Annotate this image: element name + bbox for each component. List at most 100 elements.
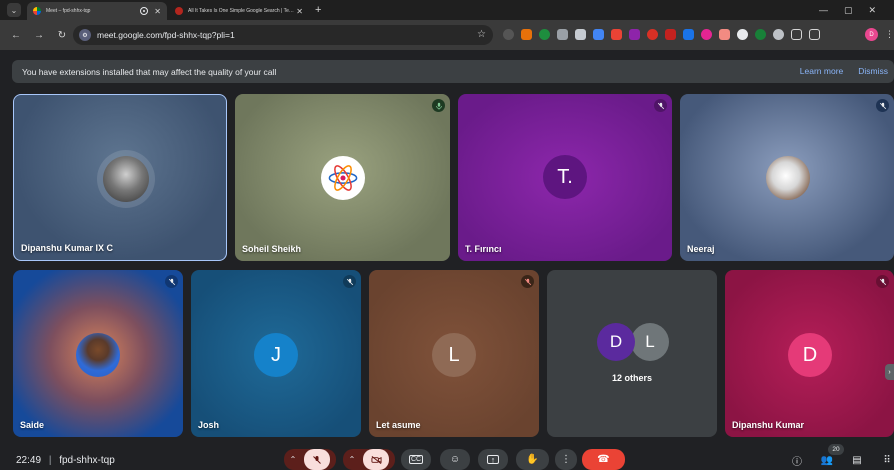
mic-off-icon[interactable]	[304, 449, 331, 470]
minimize-icon[interactable]: —	[819, 5, 828, 16]
bookmark-star-icon[interactable]: ☆	[477, 29, 486, 40]
tab-search-icon[interactable]: ⌄	[7, 3, 21, 17]
others-tile[interactable]: D L 12 others	[547, 270, 717, 437]
meeting-code: fpd-shhx-tqp	[59, 455, 115, 466]
extensions-puzzle-icon[interactable]	[791, 29, 802, 40]
people-icon[interactable]: 👥	[820, 453, 834, 467]
url-text: meet.google.com/fpd-shhx-tqp?pli=1	[97, 30, 235, 40]
captions-icon: CC	[408, 455, 424, 464]
avatar-initial: L	[645, 332, 655, 351]
participant-tile[interactable]: L Let asume	[369, 270, 539, 437]
avatar-initial: L	[448, 343, 460, 366]
avatar	[766, 156, 810, 200]
extension-icon[interactable]	[503, 29, 514, 40]
meeting-control-bar: 22:49 | fpd-shhx-tqp ⌃ ⌃ CC ☺ ↑ ✋ ⋮ ☎ ⓘ …	[0, 444, 894, 470]
chevron-up-icon: ⌃	[289, 455, 297, 464]
forward-icon[interactable]: →	[32, 28, 46, 42]
chat-icon[interactable]: ▤	[850, 453, 864, 467]
meeting-side-controls: ⓘ 👥 ▤ ⠿	[790, 453, 894, 468]
hand-icon: ✋	[526, 454, 539, 465]
participant-name: Josh	[198, 420, 220, 430]
profile-avatar[interactable]: D	[865, 28, 878, 41]
extension-icon[interactable]	[647, 29, 658, 40]
extension-icon[interactable]	[575, 29, 586, 40]
people-count-badge: 20	[828, 444, 844, 455]
extension-icon[interactable]	[719, 29, 730, 40]
extension-icon[interactable]	[755, 29, 766, 40]
camera-options-button[interactable]: ⌃	[343, 449, 395, 470]
info-icon[interactable]: ⓘ	[790, 453, 804, 468]
extension-icon[interactable]	[611, 29, 622, 40]
avatar: L	[631, 323, 669, 361]
extension-warning-banner: You have extensions installed that may a…	[12, 60, 894, 83]
participant-tile[interactable]: D Dipanshu Kumar ›	[725, 270, 894, 437]
extension-icon[interactable]	[593, 29, 604, 40]
participant-name: T. Fırıncı	[465, 244, 502, 254]
back-icon[interactable]: ←	[9, 28, 23, 42]
reactions-button[interactable]: ☺	[440, 449, 470, 470]
avatar	[321, 156, 365, 200]
participant-tile[interactable]: Dipanshu Kumar IX C	[13, 94, 227, 261]
more-options-button[interactable]: ⋮	[555, 449, 577, 470]
meeting-time: 22:49 | fpd-shhx-tqp	[16, 455, 115, 466]
mic-options-button[interactable]: ⌃	[284, 449, 336, 470]
clock-time: 22:49	[16, 455, 42, 466]
tab-meet[interactable]: Meet – fpd-shhx-tqp ✕	[27, 2, 167, 20]
site-info-icon[interactable]: ⚙	[79, 29, 91, 41]
side-panel-icon[interactable]	[809, 29, 820, 40]
close-tab-icon[interactable]: ✕	[296, 7, 303, 16]
extension-icon[interactable]	[737, 29, 748, 40]
mic-off-icon	[343, 275, 356, 288]
mic-off-icon	[876, 99, 889, 112]
end-call-icon: ☎	[597, 454, 610, 465]
camera-off-icon[interactable]	[363, 449, 390, 470]
extension-icon[interactable]	[629, 29, 640, 40]
present-button[interactable]: ↑	[478, 449, 508, 470]
mic-off-icon	[521, 275, 534, 288]
avatar-initial: J	[271, 343, 281, 366]
maximize-icon[interactable]: ▢	[844, 5, 853, 16]
reload-icon[interactable]: ↻	[55, 28, 69, 42]
participant-tile[interactable]: Neeraj	[680, 94, 894, 261]
raise-hand-button[interactable]: ✋	[516, 449, 549, 470]
extension-icon[interactable]	[557, 29, 568, 40]
more-vert-icon: ⋮	[561, 454, 571, 465]
participant-tile[interactable]: T. T. Fırıncı	[458, 94, 672, 261]
extension-icon[interactable]	[773, 29, 784, 40]
extensions-row	[503, 29, 820, 40]
tab-title: All It Takes Is One Simple Google Search…	[188, 8, 297, 14]
tab-search-result[interactable]: All It Takes Is One Simple Google Search…	[169, 2, 309, 20]
learn-more-link[interactable]: Learn more	[800, 66, 843, 76]
participant-tile[interactable]: Saide	[13, 270, 183, 437]
participant-name: Neeraj	[687, 244, 715, 254]
address-bar[interactable]: ⚙ meet.google.com/fpd-shhx-tqp?pli=1 ☆	[73, 25, 493, 45]
extension-icon[interactable]	[665, 29, 676, 40]
close-window-icon[interactable]: ✕	[868, 5, 876, 16]
others-count: 12 others	[611, 373, 653, 383]
participant-tile[interactable]: J Josh	[191, 270, 361, 437]
avatar: D	[788, 333, 832, 377]
next-page-icon[interactable]: ›	[885, 364, 894, 380]
extension-icon[interactable]	[701, 29, 712, 40]
activities-icon[interactable]: ⠿	[880, 453, 894, 467]
participant-name: Saide	[20, 420, 45, 430]
browser-menu-icon[interactable]: ⋮	[885, 29, 894, 40]
site-favicon-icon	[175, 7, 183, 15]
close-tab-icon[interactable]: ✕	[154, 7, 161, 16]
mic-active-icon	[432, 99, 445, 112]
avatar-initial: T.	[557, 165, 573, 188]
extension-icon[interactable]	[521, 29, 532, 40]
avatar: T.	[543, 155, 587, 199]
extension-icon[interactable]	[683, 29, 694, 40]
extension-icon[interactable]	[539, 29, 550, 40]
avatar	[76, 333, 120, 377]
participant-name: Dipanshu Kumar IX C	[21, 243, 114, 253]
chevron-up-icon: ⌃	[348, 455, 356, 464]
avatar: L	[432, 333, 476, 377]
present-screen-icon: ↑	[487, 455, 499, 465]
dismiss-button[interactable]: Dismiss	[858, 66, 888, 76]
captions-button[interactable]: CC	[401, 449, 431, 470]
new-tab-icon[interactable]: +	[315, 4, 321, 16]
participant-tile[interactable]: Soheil Sheikh	[235, 94, 450, 261]
leave-call-button[interactable]: ☎	[582, 449, 625, 470]
